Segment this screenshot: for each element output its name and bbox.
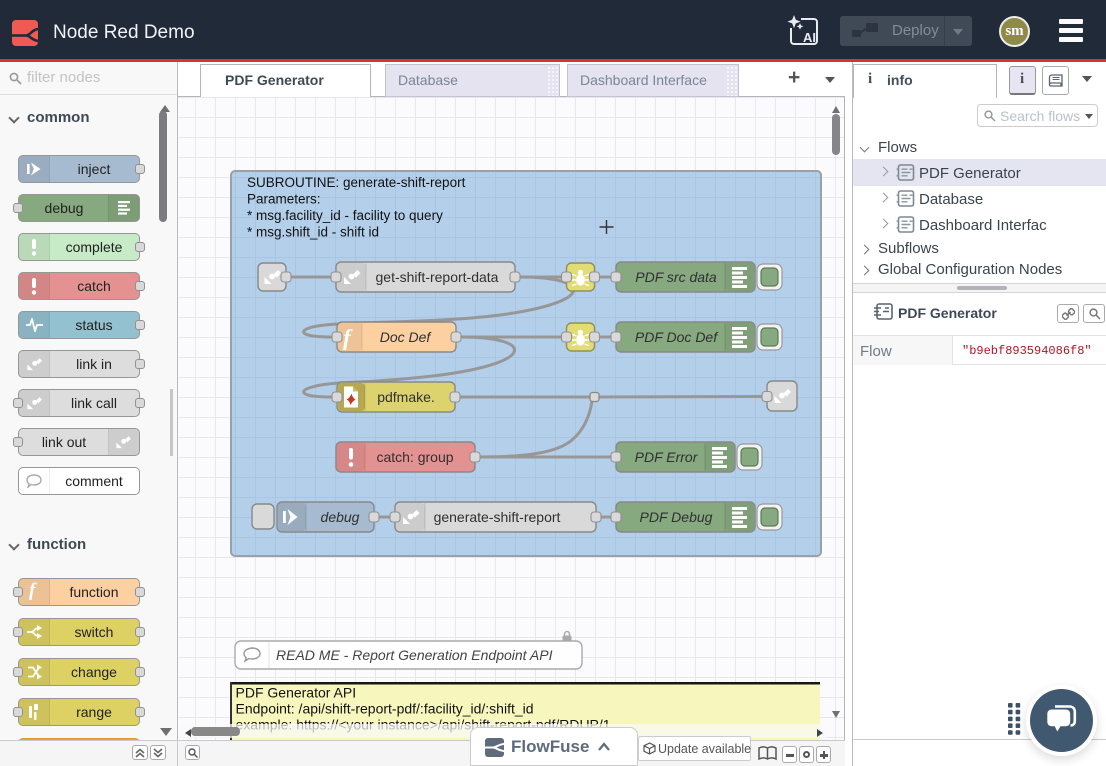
svg-text:get-shift-report-data: get-shift-report-data <box>376 269 499 285</box>
svg-text:* msg.facility_id - facility t: * msg.facility_id - facility to query <box>247 208 443 223</box>
svg-text:PDF Generator API: PDF Generator API <box>236 685 357 701</box>
svg-text:SUBROUTINE: generate-shift-rep: SUBROUTINE: generate-shift-report <box>247 175 466 190</box>
svg-text:PDF Debug: PDF Debug <box>640 509 713 525</box>
svg-text:debug: debug <box>321 509 360 525</box>
svg-text:Doc Def: Doc Def <box>380 329 433 345</box>
svg-text:catch: group: catch: group <box>376 449 453 465</box>
svg-text:pdfmake.: pdfmake. <box>377 389 435 405</box>
svg-text:Endpoint: /api/shift-report-pd: Endpoint: /api/shift-report-pdf/:facilit… <box>236 701 534 717</box>
svg-text:PDF Doc Def: PDF Doc Def <box>635 329 719 345</box>
svg-text:AI: AI <box>803 30 816 45</box>
svg-text:generate-shift-report: generate-shift-report <box>434 509 561 525</box>
svg-text:Parameters:: Parameters: <box>247 192 321 207</box>
svg-text:PDF Error: PDF Error <box>635 449 699 465</box>
svg-text:READ ME - Report Generation En: READ ME - Report Generation Endpoint API <box>276 647 553 663</box>
svg-text:PDF src data: PDF src data <box>635 269 717 285</box>
svg-text:* msg.shift_id - shift id: * msg.shift_id - shift id <box>247 225 379 240</box>
